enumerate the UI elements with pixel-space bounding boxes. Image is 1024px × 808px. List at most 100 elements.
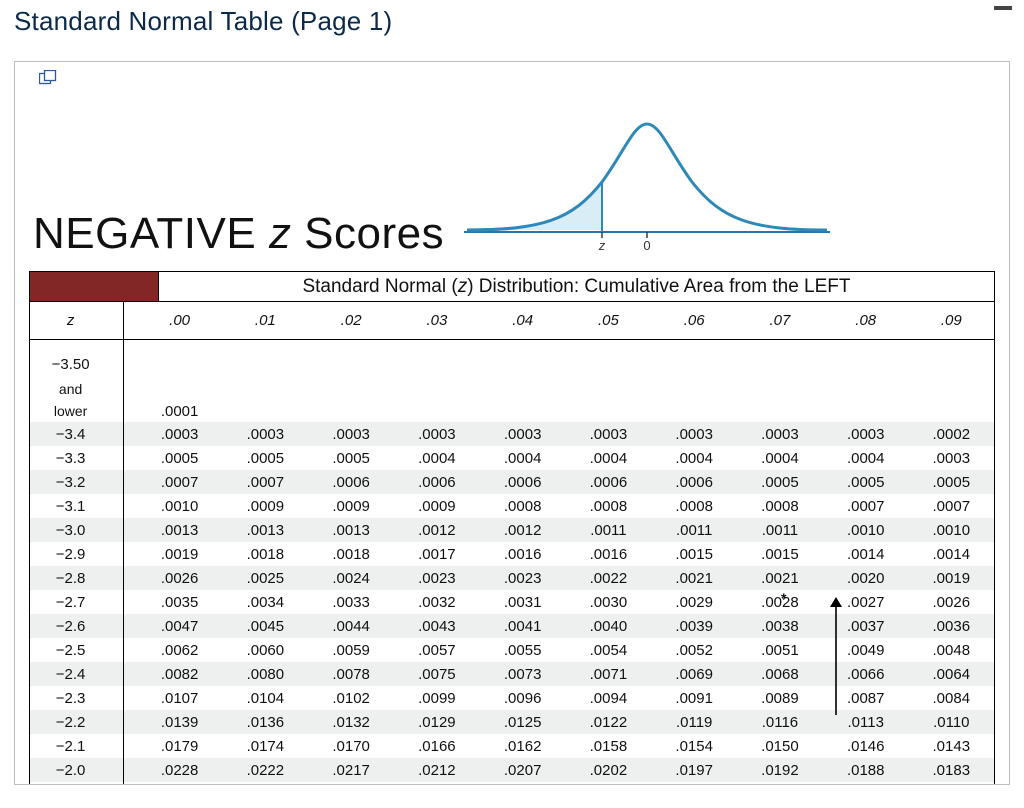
- table-cell: .0048: [909, 638, 995, 662]
- table-cell: .0004: [737, 446, 823, 470]
- curve-z-label: z: [598, 238, 606, 252]
- table-cell: .0024: [308, 566, 394, 590]
- table-cell: .0212: [394, 758, 480, 782]
- table-cell: .0110: [909, 710, 995, 734]
- table-cell: .0003: [651, 422, 737, 446]
- normal-curve-diagram: z 0: [462, 112, 832, 257]
- popout-icon[interactable]: [39, 70, 57, 86]
- table-cell: .0010: [137, 494, 223, 518]
- table-cell: .0004: [651, 446, 737, 470]
- table-cell: .0091: [651, 686, 737, 710]
- z-label: and: [30, 378, 112, 400]
- table-row: −3.50: [30, 340, 995, 379]
- table-cell: .0021: [651, 566, 737, 590]
- table-cell: .0089: [737, 686, 823, 710]
- table-cell: .0014: [909, 542, 995, 566]
- table-cell: .0037: [823, 614, 909, 638]
- table-cell: .0188: [823, 758, 909, 782]
- table-cell: .0005: [737, 470, 823, 494]
- table-row: −2.9.0019.0018.0018.0017.0016.0016.0015.…: [30, 542, 995, 566]
- table-cell: .0010: [909, 518, 995, 542]
- z-label: −2.9: [30, 542, 112, 566]
- table-cell: .0010: [823, 518, 909, 542]
- table-cell: .0009: [394, 494, 480, 518]
- caption-color-block: [30, 272, 159, 301]
- table-cell: .0239: [823, 782, 909, 785]
- z-label: −1.9: [30, 782, 112, 785]
- table-cell: .0066: [823, 662, 909, 686]
- table-cell: .0020: [823, 566, 909, 590]
- table-cell: .0016: [480, 542, 566, 566]
- table-cell: .0004: [566, 446, 652, 470]
- table-row: −2.3.0107.0104.0102.0099.0096.0094.0091.…: [30, 686, 995, 710]
- table-cell: .0084: [909, 686, 995, 710]
- table-cell: .0003: [909, 446, 995, 470]
- z-label: −2.4: [30, 662, 112, 686]
- table-cell: .0003: [394, 422, 480, 446]
- table-cell: .0013: [308, 518, 394, 542]
- table-cell: .0029: [651, 590, 737, 614]
- minimize-icon[interactable]: [994, 6, 1012, 10]
- table-cell: .0011: [737, 518, 823, 542]
- table-cell: .0102: [308, 686, 394, 710]
- table-cell: .0062: [137, 638, 223, 662]
- table-cell: .0005: [222, 446, 308, 470]
- table-cell: .0031: [480, 590, 566, 614]
- table-cell: .0104: [222, 686, 308, 710]
- table-cell: .0005: [823, 470, 909, 494]
- table-cell: .0018: [308, 542, 394, 566]
- table-cell: .0017: [394, 542, 480, 566]
- table-cell: .0028: [737, 590, 823, 614]
- table-cell: .0064: [909, 662, 995, 686]
- table-cell: .0143: [909, 734, 995, 758]
- table-row: and: [30, 378, 995, 400]
- table-cell: .0262: [480, 782, 566, 785]
- table-cell: .0099: [394, 686, 480, 710]
- table-cell: .0012: [480, 518, 566, 542]
- table-cell: .0122: [566, 710, 652, 734]
- table-cell: .0150: [737, 734, 823, 758]
- table-row: −2.6.0047.0045.0044.0043.0041.0040.0039.…: [30, 614, 995, 638]
- table-cell: .0047: [137, 614, 223, 638]
- table-cell: .0274: [308, 782, 394, 785]
- curve-zero-label: 0: [644, 238, 651, 252]
- table-cell: .0003: [737, 422, 823, 446]
- table-cell: .0022: [566, 566, 652, 590]
- col-header: .07: [737, 302, 823, 340]
- table-cell: .0233: [909, 782, 995, 785]
- z-label: −2.5: [30, 638, 112, 662]
- table-cell: .0003: [222, 422, 308, 446]
- table-cell: .0082: [137, 662, 223, 686]
- table-cell: .0244: [737, 782, 823, 785]
- table-cell: .0113: [823, 710, 909, 734]
- table-cell: .0019: [137, 542, 223, 566]
- table-cell: .0179: [137, 734, 223, 758]
- table-cell: .0001: [137, 400, 223, 422]
- table-row: lower .0001: [30, 400, 995, 422]
- table-cell: .0059: [308, 638, 394, 662]
- table-cell: .0011: [566, 518, 652, 542]
- table-row: −2.5.0062.0060.0059.0057.0055.0054.0052.…: [30, 638, 995, 662]
- z-label: −2.3: [30, 686, 112, 710]
- table-cell: .0005: [909, 470, 995, 494]
- table-cell: .0078: [308, 662, 394, 686]
- table-cell: .0281: [222, 782, 308, 785]
- table-cell: .0043: [394, 614, 480, 638]
- col-header: .00: [137, 302, 223, 340]
- table-cell: .0030: [566, 590, 652, 614]
- table-cell: .0125: [480, 710, 566, 734]
- z-label: −2.1: [30, 734, 112, 758]
- table-cell: .0005: [308, 446, 394, 470]
- table-cell: .0222: [222, 758, 308, 782]
- table-cell: .0019: [909, 566, 995, 590]
- z-label: −2.6: [30, 614, 112, 638]
- table-row: −3.2.0007.0007.0006.0006.0006.0006.0006.…: [30, 470, 995, 494]
- table-cell: .0003: [823, 422, 909, 446]
- col-header: .06: [651, 302, 737, 340]
- z-label: −2.2: [30, 710, 112, 734]
- z-label: −3.4: [30, 422, 112, 446]
- table-cell: .0032: [394, 590, 480, 614]
- table-cell: .0051: [737, 638, 823, 662]
- table-row: −2.0.0228.0222.0217.0212.0207.0202.0197.…: [30, 758, 995, 782]
- z-label: lower: [30, 400, 112, 422]
